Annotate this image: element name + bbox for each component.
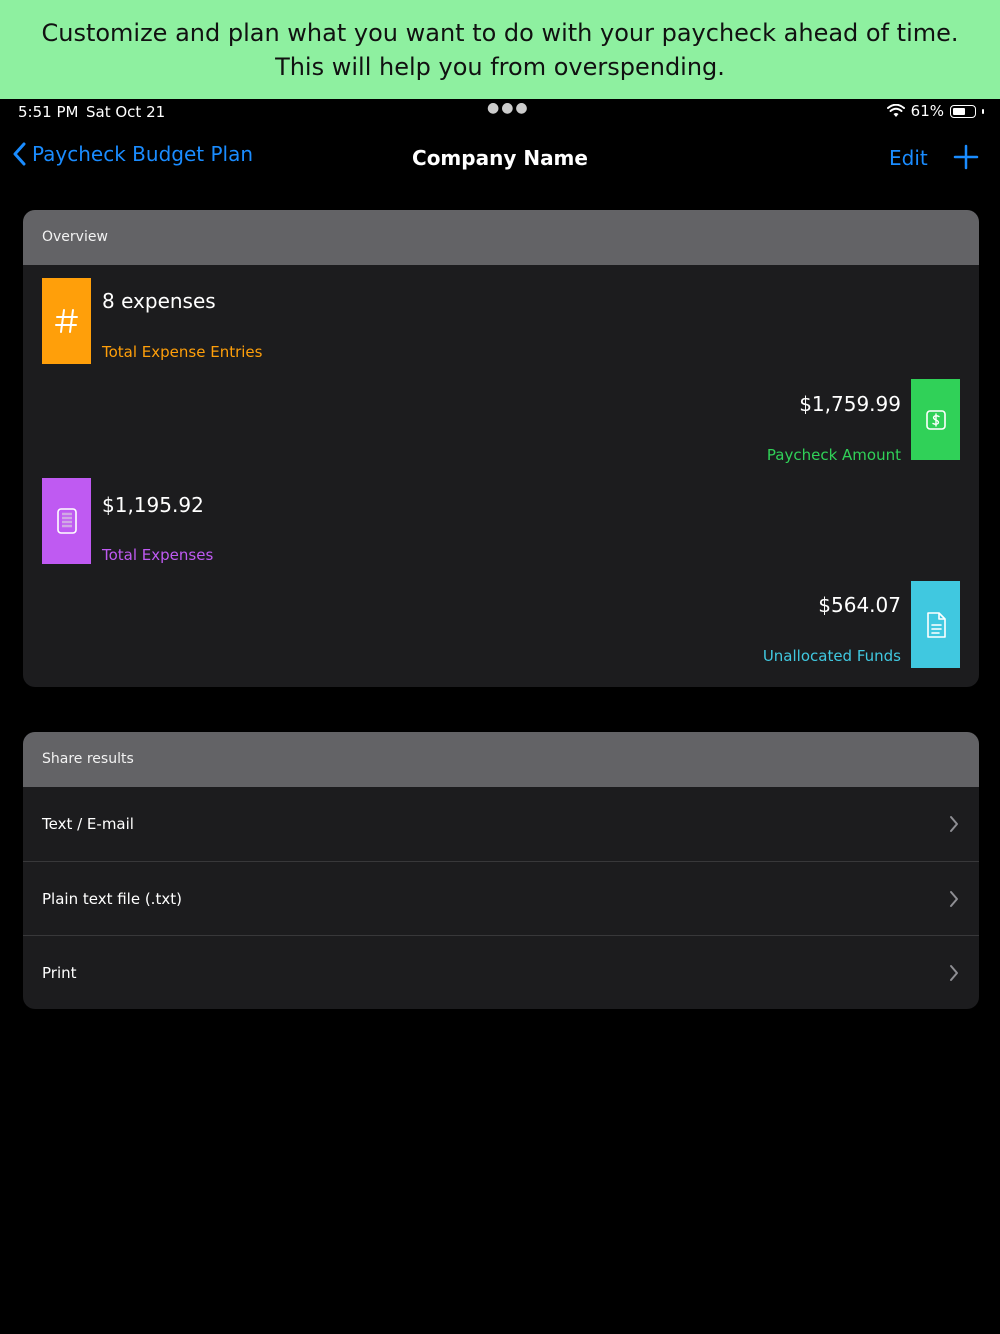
status-time: 5:51 PM	[18, 103, 79, 121]
edit-button[interactable]: Edit	[889, 146, 928, 170]
wifi-icon	[886, 104, 905, 117]
status-bar: 5:51 PM Sat Oct 21 ●●● 61%	[0, 99, 1000, 127]
banner-line-1: Customize and plan what you want to do w…	[41, 19, 959, 47]
add-icon[interactable]	[952, 143, 980, 171]
chevron-left-icon	[13, 142, 26, 166]
promo-banner: Customize and plan what you want to do w…	[0, 0, 1000, 99]
unallocated-funds-value: $564.07	[818, 593, 901, 617]
back-button-label: Paycheck Budget Plan	[32, 142, 254, 166]
battery-icon	[950, 104, 976, 118]
chevron-right-icon	[950, 816, 958, 832]
overview-body: 8 expenses Total Expense Entries $1,759.…	[23, 265, 979, 687]
share-row-label: Print	[42, 963, 77, 982]
status-date: Sat Oct 21	[86, 103, 166, 121]
share-text-email-row[interactable]: Text / E-mail	[23, 787, 979, 861]
chevron-right-icon	[950, 891, 958, 907]
expense-count-value: 8 expenses	[102, 289, 216, 313]
share-print-row[interactable]: Print	[23, 935, 979, 1009]
total-expenses-value: $1,195.92	[102, 493, 204, 517]
battery-tip	[982, 108, 984, 114]
share-header: Share results	[23, 732, 979, 787]
status-indicators: 61%	[886, 102, 984, 120]
battery-level	[953, 107, 965, 115]
paycheck-amount-value: $1,759.99	[799, 392, 901, 416]
document-icon	[911, 581, 960, 668]
navigation-bar: Paycheck Budget Plan Company Name Edit	[0, 130, 1000, 186]
share-plain-text-file-row[interactable]: Plain text file (.txt)	[23, 861, 979, 935]
expense-count-label: Total Expense Entries	[102, 343, 263, 361]
hash-icon	[42, 278, 91, 364]
unallocated-funds-label: Unallocated Funds	[762, 647, 901, 665]
share-card: Share results Text / E-mail Plain text f…	[23, 732, 979, 1009]
overview-card: Overview 8 expenses Total Expense Entrie…	[23, 210, 979, 687]
share-list: Text / E-mail Plain text file (.txt) Pri…	[23, 787, 979, 1009]
back-button[interactable]: Paycheck Budget Plan	[12, 142, 253, 166]
battery-percent: 61%	[910, 102, 944, 120]
banner-line-2: This will help you from overspending.	[275, 53, 725, 81]
chevron-right-icon	[950, 965, 958, 981]
overview-header: Overview	[23, 210, 979, 265]
total-expenses-label: Total Expenses	[102, 546, 214, 564]
receipt-icon	[42, 478, 91, 564]
share-row-label: Plain text file (.txt)	[42, 889, 182, 908]
dollar-icon	[911, 379, 960, 460]
paycheck-amount-label: Paycheck Amount	[766, 446, 901, 464]
multitasking-dots-icon[interactable]: ●●●	[487, 100, 530, 116]
share-row-label: Text / E-mail	[42, 815, 134, 833]
